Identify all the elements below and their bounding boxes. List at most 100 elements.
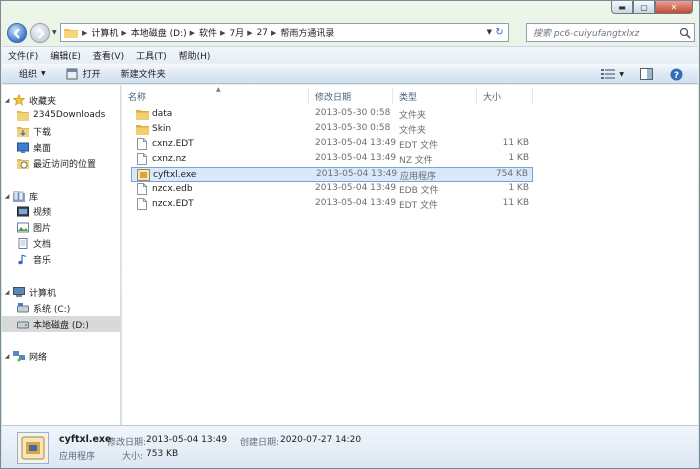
file-name: cxnz.nz bbox=[152, 154, 186, 164]
address-bar[interactable]: ▶ 计算机 ▶ 本地磁盘 (D:) ▶ 软件 ▶ 7月 ▶ 27 ▶ 帮雨方通讯… bbox=[60, 23, 509, 42]
refresh-icon[interactable]: ↻ bbox=[493, 26, 506, 39]
file-date: 2013-05-04 13:49 bbox=[315, 153, 397, 163]
nav-item-downloads[interactable]: 下载 bbox=[2, 123, 120, 139]
music-library-icon bbox=[16, 253, 29, 265]
nav-item-label: 下载 bbox=[33, 127, 52, 138]
drive-icon bbox=[16, 318, 29, 330]
breadcrumb-separator[interactable]: ▶ bbox=[121, 29, 126, 37]
menu-help[interactable]: 帮助(H) bbox=[179, 49, 211, 62]
file-size: 1 KB bbox=[508, 153, 529, 163]
expand-arrow-icon[interactable]: ◢ bbox=[2, 97, 12, 104]
sort-ascending-icon: ▲ bbox=[216, 86, 221, 93]
breadcrumb-drive-d[interactable]: 本地磁盘 (D:) bbox=[131, 26, 187, 39]
file-row-cyftxl-exe[interactable]: cyftxl.exe 2013-05-04 13:49 应用程序 754 KB bbox=[131, 167, 533, 182]
nav-item-label: 桌面 bbox=[33, 143, 52, 154]
menu-tools[interactable]: 工具(T) bbox=[136, 49, 167, 62]
expand-arrow-icon[interactable]: ◢ bbox=[2, 193, 12, 200]
details-file-name: cyftxl.exe bbox=[59, 434, 112, 445]
maximize-button[interactable]: ▢ bbox=[633, 1, 655, 14]
column-header-type[interactable]: 类型 bbox=[393, 88, 477, 104]
file-name-cell: data bbox=[135, 108, 172, 120]
file-name: nzcx.EDT bbox=[152, 199, 194, 209]
address-history-dropdown[interactable]: ▼ bbox=[487, 28, 492, 36]
back-arrow-icon bbox=[13, 27, 20, 39]
help-icon: ? bbox=[670, 68, 682, 81]
desktop-icon bbox=[16, 141, 29, 153]
nav-item-music[interactable]: 音乐 bbox=[2, 251, 120, 267]
menu-file[interactable]: 文件(F) bbox=[8, 49, 38, 62]
forward-button[interactable] bbox=[30, 23, 50, 43]
file-type: NZ 文件 bbox=[399, 156, 433, 166]
nav-network[interactable]: ◢ 网络 bbox=[2, 348, 120, 364]
file-name: data bbox=[152, 109, 173, 119]
recent-pages-dropdown[interactable]: ▼ bbox=[52, 29, 57, 36]
preview-pane-button[interactable] bbox=[638, 67, 654, 81]
column-name-label: 名称 bbox=[128, 92, 147, 103]
close-button[interactable]: ✕ bbox=[655, 1, 693, 14]
file-row-cxnz-edt[interactable]: cxnz.EDT 2013-05-04 13:49 EDT 文件 11 KB bbox=[131, 137, 533, 152]
breadcrumb-separator[interactable]: ▶ bbox=[190, 29, 195, 37]
search-icon[interactable] bbox=[679, 27, 691, 39]
nav-item-drive-c[interactable]: 系统 (C:) bbox=[2, 300, 120, 316]
nav-favorites[interactable]: ◢ 收藏夹 bbox=[2, 92, 120, 108]
folder-icon bbox=[16, 109, 29, 121]
file-name-cell: nzcx.EDT bbox=[135, 198, 194, 210]
column-header-size[interactable]: 大小 bbox=[477, 88, 533, 104]
view-options-button[interactable] bbox=[600, 67, 616, 81]
file-type: EDT 文件 bbox=[399, 141, 438, 151]
nav-item-drive-d[interactable]: 本地磁盘 (D:) bbox=[2, 316, 120, 332]
breadcrumb-software[interactable]: 软件 bbox=[199, 26, 217, 39]
file-row-data[interactable]: data 2013-05-30 0:58 文件夹 bbox=[131, 107, 533, 122]
nav-libraries-label: 库 bbox=[29, 192, 39, 203]
organize-button[interactable]: 组织 ▼ bbox=[19, 67, 46, 80]
breadcrumb-separator[interactable]: ▶ bbox=[247, 29, 252, 37]
nav-item-label: 图片 bbox=[33, 223, 52, 234]
nav-item-videos[interactable]: 视频 bbox=[2, 203, 120, 219]
new-folder-label: 新建文件夹 bbox=[120, 70, 166, 80]
new-folder-button[interactable]: 新建文件夹 bbox=[121, 67, 166, 80]
breadcrumb-separator[interactable]: ▶ bbox=[271, 29, 276, 37]
file-row-nzcx-edt[interactable]: nzcx.EDT 2013-05-04 13:49 EDT 文件 11 KB bbox=[131, 197, 533, 212]
nav-item-documents[interactable]: 文档 bbox=[2, 235, 120, 251]
chevron-down-icon[interactable]: ▼ bbox=[619, 71, 624, 78]
file-row-cxnz-nz[interactable]: cxnz.nz 2013-05-04 13:49 NZ 文件 1 KB bbox=[131, 152, 533, 167]
details-modified-value: 2013-05-04 13:49 bbox=[146, 435, 228, 445]
nav-libraries[interactable]: ◢ 库 bbox=[2, 188, 120, 204]
column-header-date[interactable]: 修改日期 bbox=[309, 88, 393, 104]
search-input[interactable]: 搜索 pc6-cuiyufangtxlxz bbox=[526, 23, 695, 42]
breadcrumb-27[interactable]: 27 bbox=[257, 28, 268, 38]
breadcrumb-july[interactable]: 7月 bbox=[229, 26, 244, 39]
menu-edit[interactable]: 编辑(E) bbox=[50, 49, 81, 62]
expand-arrow-icon[interactable]: ◢ bbox=[2, 289, 12, 296]
exe-icon bbox=[136, 169, 150, 181]
help-button[interactable]: ? bbox=[668, 67, 684, 81]
breadcrumb-current-folder[interactable]: 帮雨方通讯录 bbox=[280, 26, 334, 39]
breadcrumb-computer[interactable]: 计算机 bbox=[91, 26, 118, 39]
file-type: 文件夹 bbox=[399, 111, 427, 121]
file-date: 2013-05-30 0:58 bbox=[315, 108, 391, 118]
minimize-button[interactable]: ▬ bbox=[611, 1, 633, 14]
nav-item-2345downloads[interactable]: 2345Downloads bbox=[2, 107, 120, 123]
nav-item-pictures[interactable]: 图片 bbox=[2, 219, 120, 235]
expand-arrow-icon[interactable]: ◢ bbox=[2, 353, 12, 360]
nav-item-desktop[interactable]: 桌面 bbox=[2, 139, 120, 155]
breadcrumb-separator[interactable]: ▶ bbox=[82, 29, 87, 37]
file-list: 名称 ▲ 修改日期 类型 大小 data 2013-05-30 0:58 文件夹… bbox=[122, 85, 698, 425]
menu-view[interactable]: 查看(V) bbox=[93, 49, 124, 62]
file-name: nzcx.edb bbox=[152, 184, 193, 194]
breadcrumb-separator[interactable]: ▶ bbox=[220, 29, 225, 37]
menu-bar: 文件(F) 编辑(E) 查看(V) 工具(T) 帮助(H) bbox=[2, 46, 698, 63]
file-size: 11 KB bbox=[502, 138, 529, 148]
nav-item-recent-places[interactable]: 最近访问的位置 bbox=[2, 155, 120, 171]
nav-favorites-label: 收藏夹 bbox=[29, 96, 57, 107]
file-row-skin[interactable]: Skin 2013-05-30 0:58 文件夹 bbox=[131, 122, 533, 137]
nav-computer[interactable]: ◢ 计算机 bbox=[2, 284, 120, 300]
open-button[interactable]: 打开 bbox=[66, 67, 101, 80]
file-size: 754 KB bbox=[495, 169, 528, 179]
column-header-name[interactable]: 名称 ▲ bbox=[122, 86, 309, 104]
folder-icon bbox=[135, 123, 149, 135]
file-row-nzcx-edb[interactable]: nzcx.edb 2013-05-04 13:49 EDB 文件 1 KB bbox=[131, 182, 533, 197]
back-button[interactable] bbox=[7, 23, 27, 43]
open-icon bbox=[66, 68, 78, 79]
file-icon bbox=[135, 198, 149, 210]
